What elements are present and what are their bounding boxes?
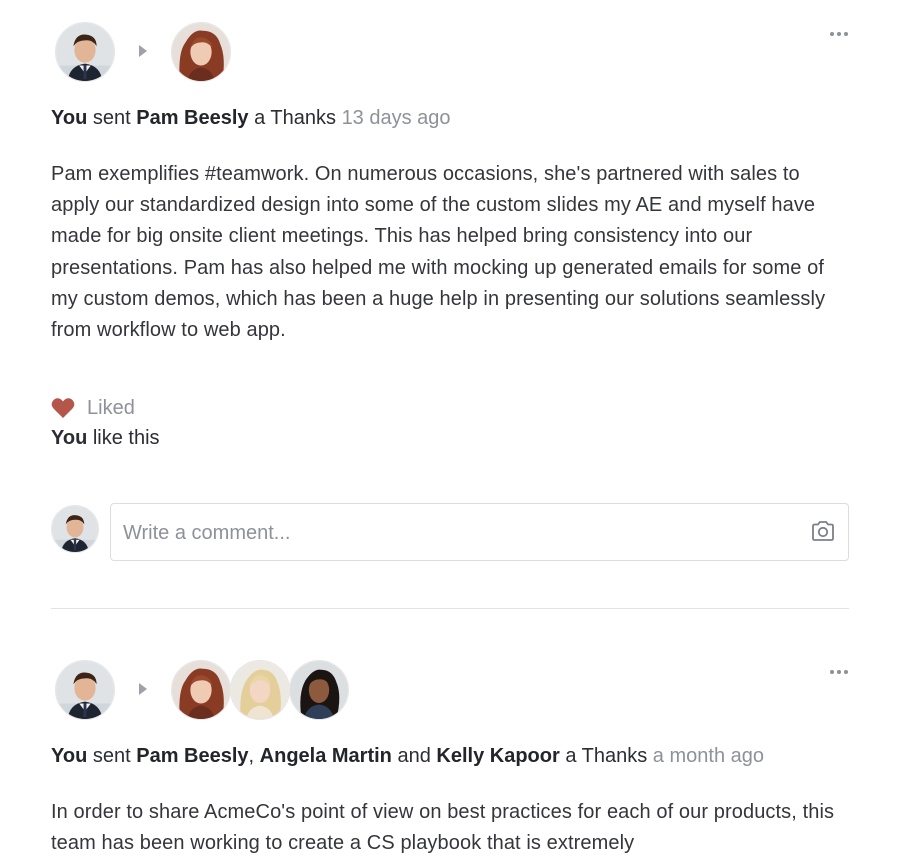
likers-summary: You like this xyxy=(51,427,160,450)
like-status: Liked xyxy=(51,394,135,422)
caret-right-icon xyxy=(139,683,147,695)
object-text: a Thanks xyxy=(565,745,648,767)
post-timestamp: a month ago xyxy=(652,745,764,767)
recipient-separator: , xyxy=(248,745,255,767)
more-horizontal-icon[interactable] xyxy=(829,668,849,676)
conjunction-text: and xyxy=(397,745,431,767)
feed-post: You sent Pam Beesly, Angela Martin and K… xyxy=(51,660,849,859)
verb-text: sent xyxy=(92,745,131,767)
comment-composer xyxy=(51,503,849,561)
post-headline: You sent Pam Beesly a Thanks 13 days ago xyxy=(51,104,849,132)
post-headline: You sent Pam Beesly, Angela Martin and K… xyxy=(51,742,849,770)
liker-name[interactable]: You xyxy=(51,427,87,449)
recipient-avatar[interactable] xyxy=(289,660,349,720)
sender-avatar[interactable] xyxy=(55,660,115,720)
caret-right-icon xyxy=(139,45,147,57)
likers-suffix: like this xyxy=(92,427,160,449)
recipient-avatar[interactable] xyxy=(171,660,231,720)
recipient-avatar[interactable] xyxy=(171,22,231,82)
camera-icon[interactable] xyxy=(811,520,835,542)
sender-name[interactable]: You xyxy=(51,107,87,129)
feed: You sent Pam Beesly a Thanks 13 days ago… xyxy=(0,0,900,860)
verb-text: sent xyxy=(92,107,131,129)
more-horizontal-icon[interactable] xyxy=(829,30,849,38)
sender-name[interactable]: You xyxy=(51,745,87,767)
recipient-name[interactable]: Angela Martin xyxy=(260,745,392,767)
post-divider xyxy=(51,608,849,609)
feed-post: You sent Pam Beesly a Thanks 13 days ago… xyxy=(51,22,849,561)
post-body: In order to share AcmeCo's point of view… xyxy=(51,801,835,855)
object-text: a Thanks xyxy=(254,107,336,129)
sender-avatar[interactable] xyxy=(55,22,115,82)
recipient-name[interactable]: Kelly Kapoor xyxy=(436,745,559,767)
recipient-avatar[interactable] xyxy=(230,660,290,720)
comment-input[interactable] xyxy=(123,518,783,548)
post-avatars xyxy=(51,660,849,722)
recipient-name[interactable]: Pam Beesly xyxy=(136,107,248,129)
recipient-name[interactable]: Pam Beesly xyxy=(136,745,248,767)
heart-icon[interactable] xyxy=(51,397,75,419)
post-body: Pam exemplifies #teamwork. On numerous o… xyxy=(51,163,826,342)
post-avatars xyxy=(51,22,849,84)
comment-box xyxy=(110,503,849,561)
post-timestamp: 13 days ago xyxy=(341,107,451,129)
liked-label: Liked xyxy=(87,396,135,419)
current-user-avatar xyxy=(51,505,99,553)
